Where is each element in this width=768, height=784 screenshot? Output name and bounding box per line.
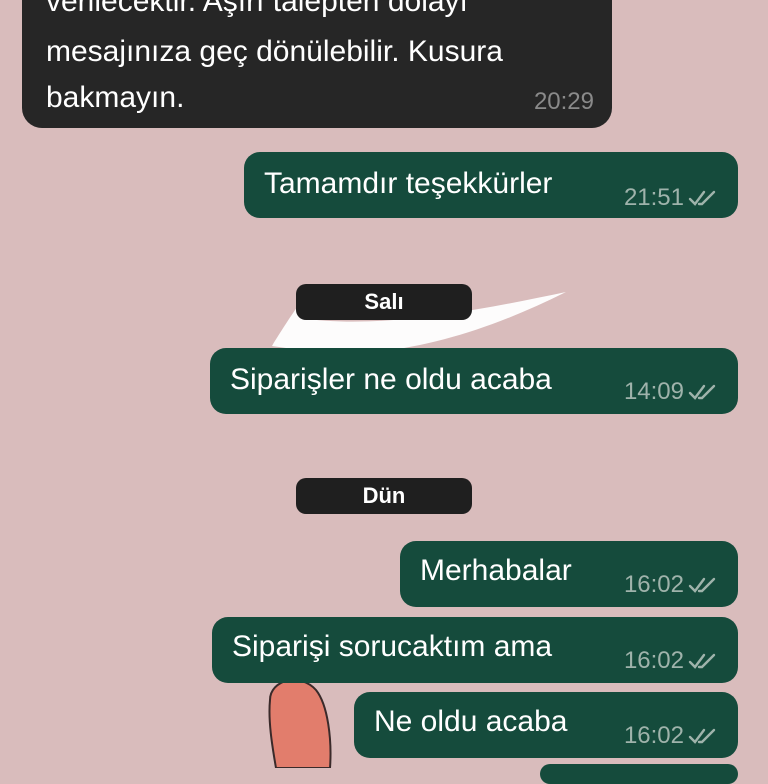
message-time: 14:09 — [623, 378, 684, 405]
double-check-icon — [688, 728, 716, 744]
date-separator: Salı — [296, 284, 472, 320]
outgoing-message-bubble[interactable] — [540, 764, 738, 784]
message-text-line: verilecektir. Aşırı talepten dolayı — [46, 0, 468, 18]
message-time: 16:02 — [623, 647, 684, 674]
message-text: Tamamdır teşekkürler — [264, 167, 553, 200]
outgoing-message-bubble[interactable]: Siparişler ne oldu acaba 14:09 — [210, 348, 738, 414]
message-meta: 16:02 — [624, 647, 718, 675]
outgoing-message-bubble[interactable]: Siparişi sorucaktım ama 16:02 — [212, 617, 738, 683]
outgoing-message-bubble[interactable]: Ne oldu acaba 16:02 — [354, 692, 738, 758]
outgoing-message-bubble[interactable]: Merhabalar 16:02 — [400, 541, 738, 607]
message-meta: 21:51 — [624, 184, 718, 212]
double-check-icon — [688, 653, 716, 669]
message-text: Ne oldu acaba — [374, 705, 568, 738]
message-time: 16:02 — [623, 722, 684, 749]
message-meta: 14:09 — [624, 378, 718, 406]
double-check-icon — [688, 577, 716, 593]
message-meta: 16:02 — [624, 722, 718, 750]
message-meta: 16:02 — [624, 571, 718, 599]
message-time: 16:02 — [623, 571, 684, 598]
incoming-message-bubble[interactable]: verilecektir. Aşırı talepten dolayı mesa… — [22, 0, 612, 128]
message-text-line: bakmayın. — [46, 81, 185, 114]
double-check-icon — [688, 384, 716, 400]
message-text: Siparişi sorucaktım ama — [232, 630, 553, 663]
message-meta: 20:29 — [534, 88, 594, 116]
message-time: 21:51 — [623, 184, 684, 211]
outgoing-message-bubble[interactable]: Tamamdır teşekkürler 21:51 — [244, 152, 738, 218]
message-text: Siparişler ne oldu acaba — [230, 363, 552, 396]
date-separator: Dün — [296, 478, 472, 514]
message-text: Merhabalar — [420, 554, 572, 587]
message-text-line: mesajınıza geç dönülebilir. Kusura — [46, 35, 503, 68]
message-time: 20:29 — [533, 88, 594, 115]
double-check-icon — [688, 190, 716, 206]
